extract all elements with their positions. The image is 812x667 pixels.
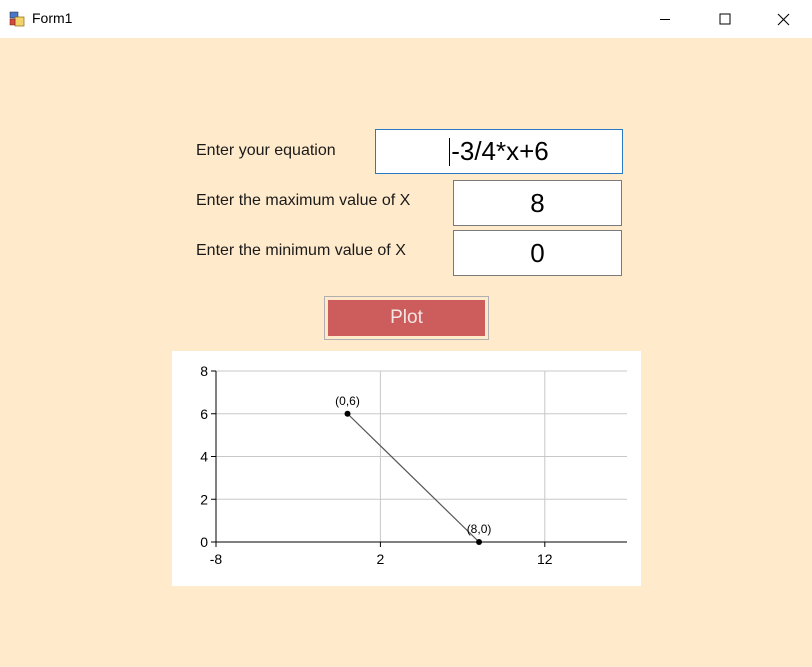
plot-button-frame: Plot — [324, 296, 489, 340]
equation-label: Enter your equation — [196, 142, 336, 159]
y-tick-label: 8 — [200, 363, 208, 379]
data-point-label: (0,6) — [335, 394, 360, 408]
minimize-button[interactable] — [637, 0, 693, 38]
title-bar: Form1 — [0, 0, 812, 38]
line-chart: 0 2 4 6 8 -8 2 12 (0,6) (8,0) — [200, 363, 627, 567]
equation-input[interactable]: -3/4*x+6 — [375, 129, 623, 174]
chart-panel: 0 2 4 6 8 -8 2 12 (0,6) (8,0) — [172, 351, 641, 586]
min-x-input[interactable]: 0 — [453, 230, 622, 276]
max-x-label: Enter the maximum value of X — [196, 192, 411, 209]
data-point — [476, 539, 483, 545]
max-x-value: 8 — [530, 187, 545, 218]
maximize-button[interactable] — [697, 0, 753, 38]
close-button[interactable] — [755, 0, 811, 38]
window-title: Form1 — [32, 10, 73, 26]
data-point-label: (8,0) — [467, 522, 492, 536]
y-tick-label: 6 — [200, 406, 208, 422]
x-tick-label: 12 — [537, 551, 553, 567]
plot-button[interactable]: Plot — [328, 300, 485, 336]
x-tick-label: 2 — [377, 551, 385, 567]
close-icon — [777, 13, 789, 25]
min-x-label: Enter the minimum value of X — [196, 242, 406, 259]
y-tick-label: 2 — [200, 491, 208, 507]
maximize-icon — [719, 13, 731, 25]
x-tick-label: -8 — [210, 551, 223, 567]
app-icon — [9, 11, 25, 27]
min-x-value: 0 — [530, 237, 545, 268]
text-caret — [449, 137, 451, 166]
minimize-icon — [660, 19, 670, 20]
equation-value: -3/4*x+6 — [451, 136, 549, 166]
y-tick-label: 0 — [200, 534, 208, 550]
y-tick-label: 4 — [200, 449, 208, 465]
series-line — [347, 413, 480, 543]
max-x-input[interactable]: 8 — [453, 180, 622, 226]
data-point — [344, 410, 351, 417]
